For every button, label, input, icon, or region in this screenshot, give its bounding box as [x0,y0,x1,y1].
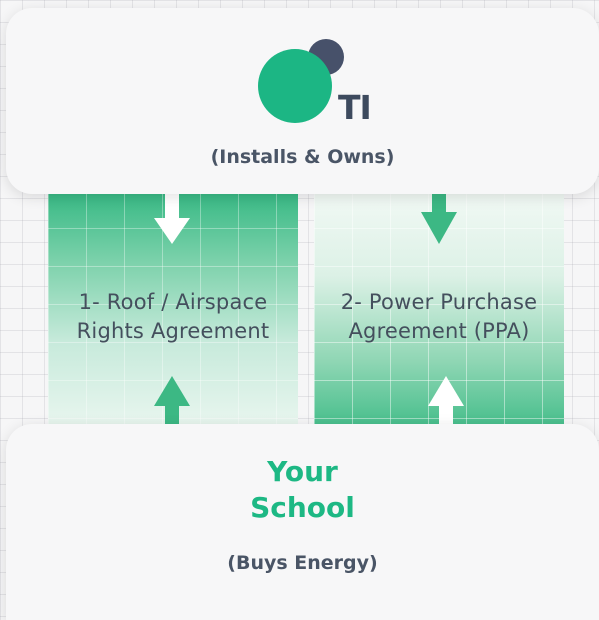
installer-card: TI (Installs & Owns) [6,8,599,194]
school-title: Your School [6,454,599,526]
school-title-line1: Your [267,455,338,488]
arrow-up-green-icon [154,376,190,428]
ppa-label: 2- Power Purchase Agreement (PPA) [314,288,564,346]
logo-text: TI [338,88,372,127]
installer-subtitle: (Installs & Owns) [210,146,395,168]
ppa-line1: 2- Power Purchase [340,290,538,314]
school-title-line2: School [250,491,355,524]
school-card: Your School (Buys Energy) [6,424,599,620]
roof-agreement-line2: Rights Agreement [76,319,270,343]
roof-agreement-line1: 1- Roof / Airspace [78,290,268,314]
school-subtitle: (Buys Energy) [227,552,378,574]
roof-agreement-label: 1- Roof / Airspace Rights Agreement [48,288,298,346]
arrow-down-white-icon [154,194,190,246]
arrow-up-white-icon [428,376,464,428]
company-logo: TI [256,36,376,136]
ppa-line2: Agreement (PPA) [348,319,530,343]
arrow-down-green-icon [421,194,457,246]
